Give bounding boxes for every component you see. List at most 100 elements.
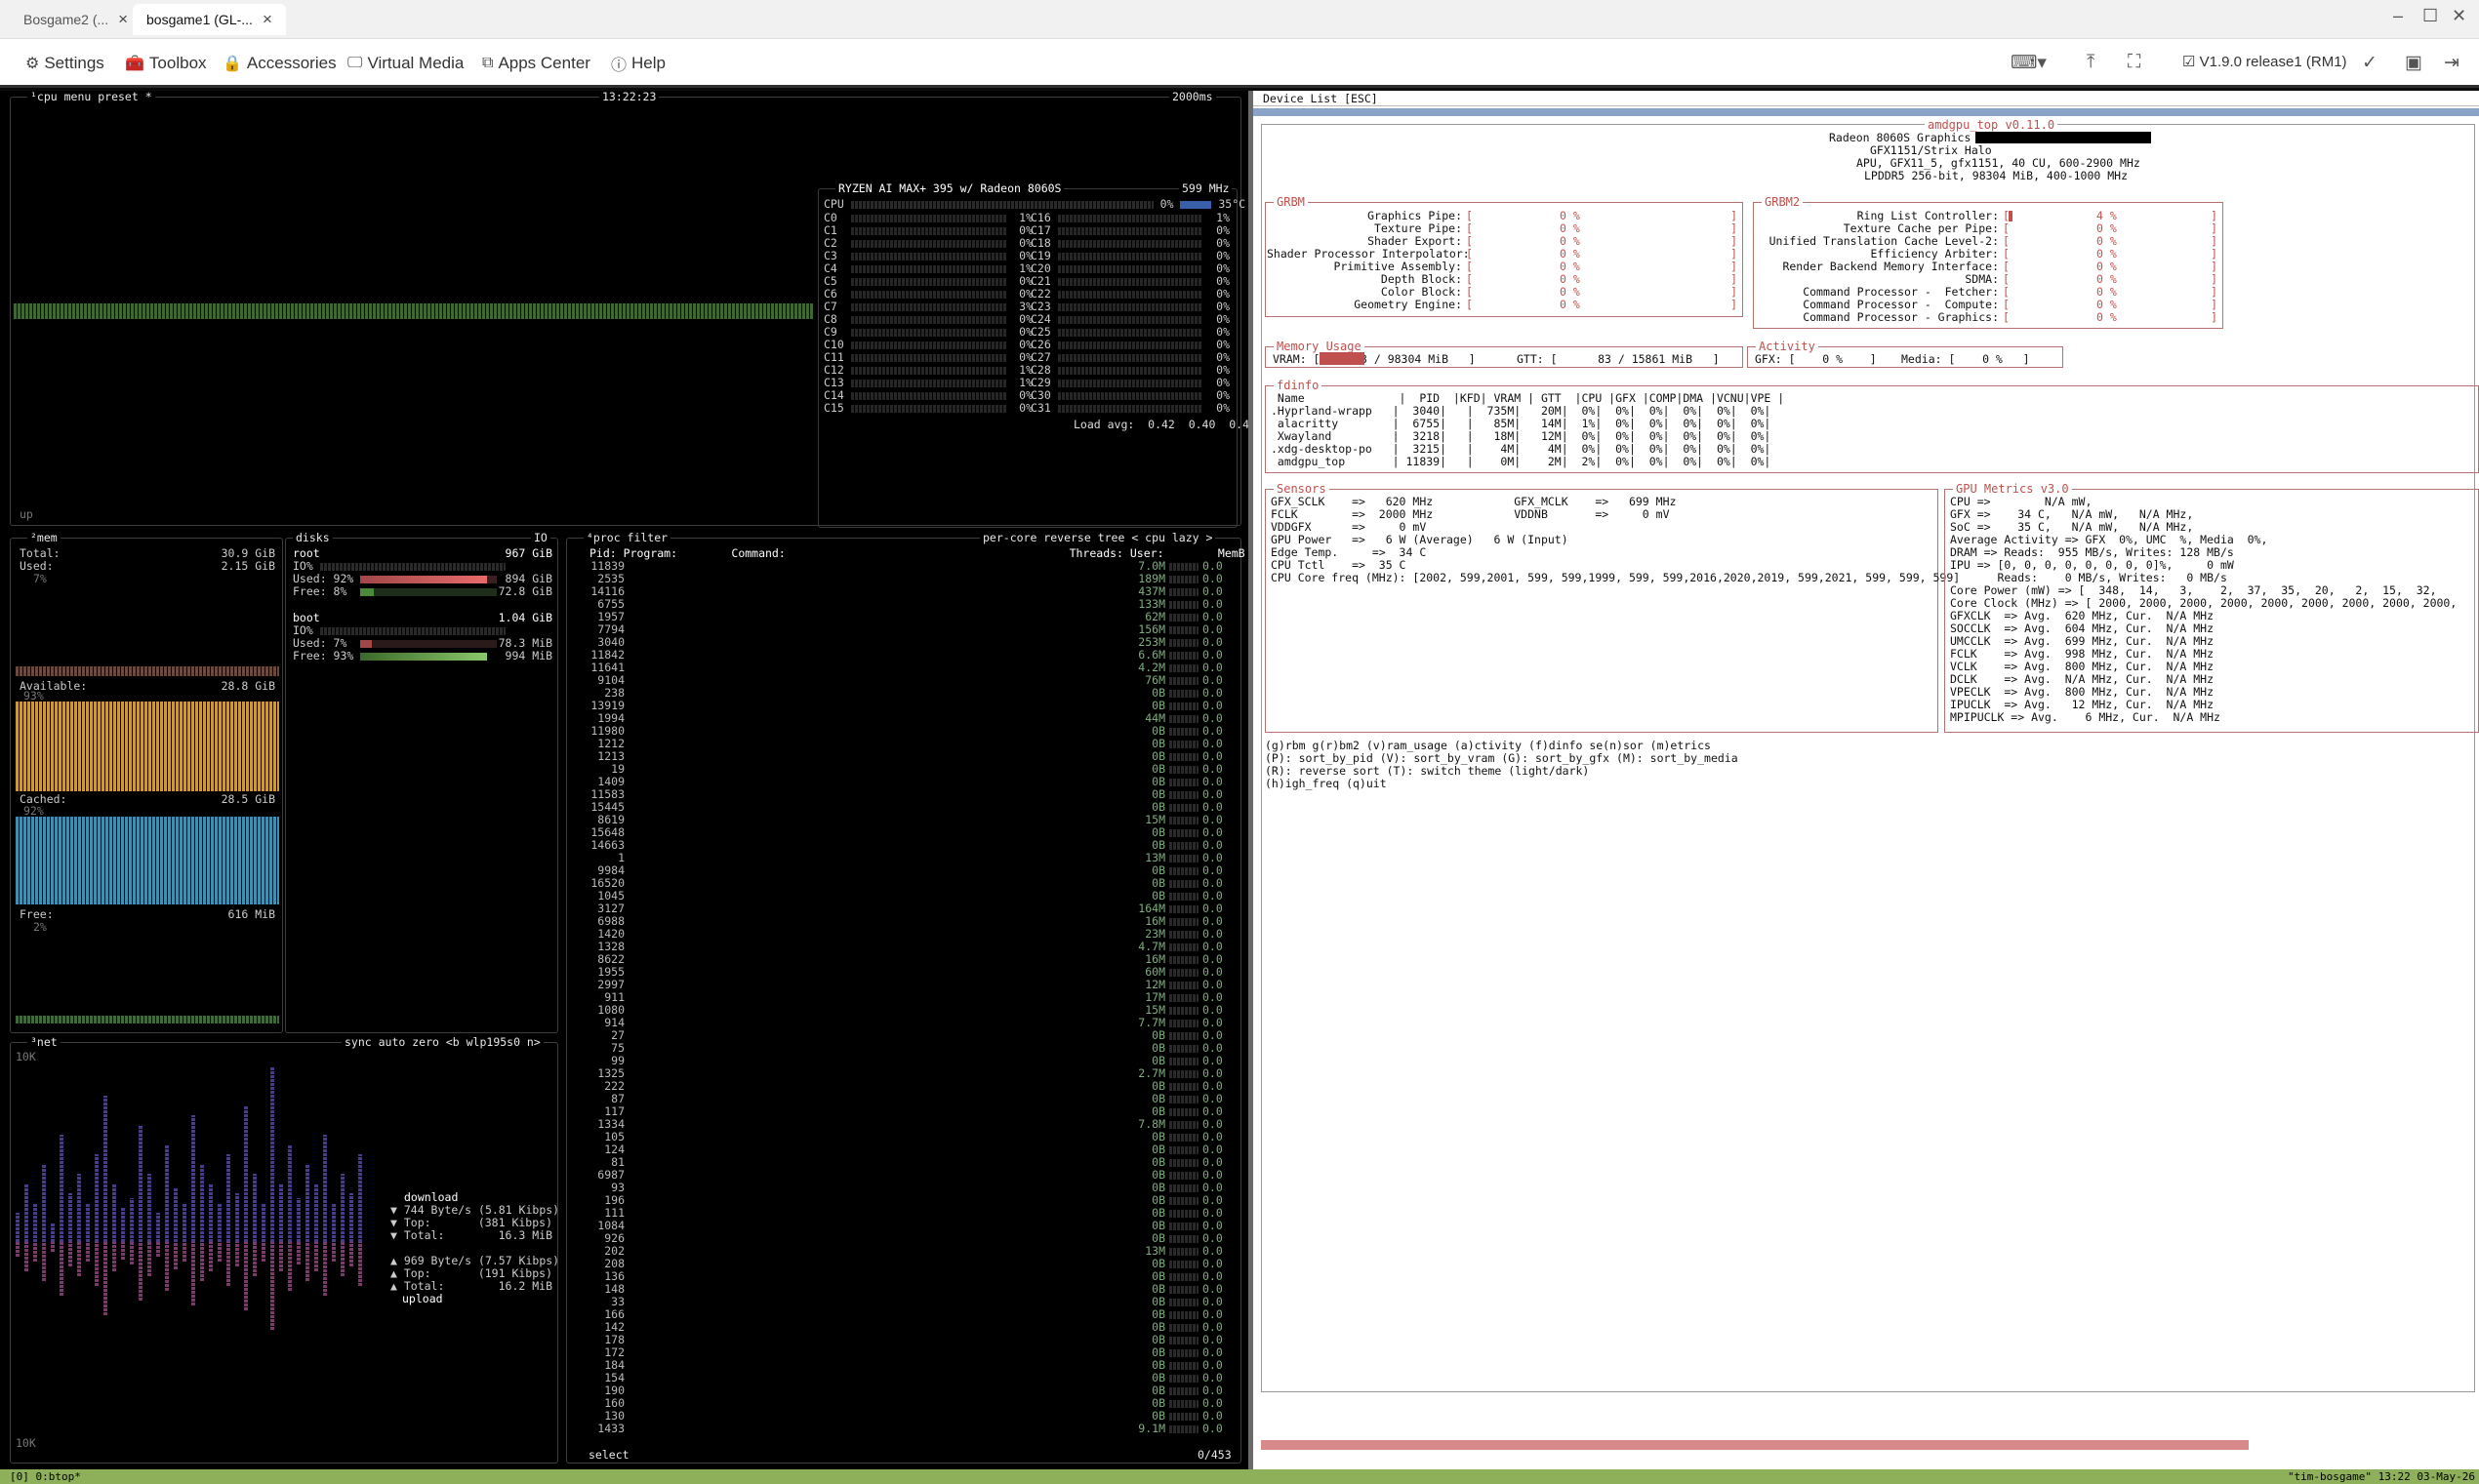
table-row[interactable]: 27 0B 0.0 bbox=[570, 1029, 1240, 1042]
table-row[interactable]: 1213 0B 0.0 bbox=[570, 750, 1240, 763]
table-row[interactable]: 1084 0B 0.0 bbox=[570, 1220, 1240, 1232]
table-row[interactable]: 93 0B 0.0 bbox=[570, 1182, 1240, 1194]
table-row[interactable]: 15648 0B 0.0 bbox=[570, 826, 1240, 839]
table-row[interactable]: 190 0B 0.0 bbox=[570, 1384, 1240, 1397]
media-activity: Media: [ 0 % ] bbox=[1901, 352, 2030, 366]
table-row[interactable]: 11641 4.2M 0.0 bbox=[570, 662, 1240, 674]
uptime-label: up bbox=[20, 507, 33, 521]
table-row[interactable]: 208 0B 0.0 bbox=[570, 1258, 1240, 1270]
proc-select[interactable]: select bbox=[586, 1449, 632, 1462]
table-row[interactable]: 148 0B 0.0 bbox=[570, 1283, 1240, 1296]
table-row[interactable]: 13919 0B 0.0 bbox=[570, 700, 1240, 712]
tmux-window[interactable]: [0] 0:btop* bbox=[10, 1469, 81, 1484]
cpu-model: RYZEN AI MAX+ 395 w/ Radeon 8060S bbox=[835, 182, 1065, 195]
menu-help[interactable]: ⓘ Help bbox=[611, 51, 666, 76]
window-icon[interactable]: ▣ bbox=[2405, 52, 2422, 74]
table-row[interactable]: 911 17M 0.0 bbox=[570, 991, 1240, 1004]
table-row[interactable]: 172 0B 0.0 bbox=[570, 1346, 1240, 1359]
proc-panel-title[interactable]: ⁴proc filter bbox=[584, 532, 671, 544]
table-row[interactable]: 81 0B 0.0 bbox=[570, 1156, 1240, 1169]
table-row[interactable]: 9104 76M 0.0 bbox=[570, 674, 1240, 687]
table-row[interactable]: 1212 0B 0.0 bbox=[570, 738, 1240, 750]
table-row[interactable]: 6987 0B 0.0 bbox=[570, 1169, 1240, 1182]
table-row[interactable]: 87 0B 0.0 bbox=[570, 1093, 1240, 1105]
update-interval[interactable]: 2000ms bbox=[1169, 91, 1216, 103]
table-row[interactable]: 124 0B 0.0 bbox=[570, 1143, 1240, 1156]
table-row[interactable]: 136 0B 0.0 bbox=[570, 1270, 1240, 1283]
close-icon[interactable]: × bbox=[118, 10, 128, 29]
table-row[interactable]: 3127 164M 0.0 bbox=[570, 902, 1240, 915]
table-row[interactable]: 1955 60M 0.0 bbox=[570, 966, 1240, 979]
table-row[interactable]: 75 0B 0.0 bbox=[570, 1042, 1240, 1055]
fullscreen-icon[interactable]: ⛶ bbox=[2128, 52, 2140, 73]
table-row[interactable]: 1409 0B 0.0 bbox=[570, 776, 1240, 788]
table-row[interactable]: 105 0B 0.0 bbox=[570, 1131, 1240, 1143]
table-row[interactable]: 166 0B 0.0 bbox=[570, 1308, 1240, 1321]
net-graph-bar bbox=[244, 1242, 248, 1310]
table-row[interactable]: 8622 16M 0.0 bbox=[570, 953, 1240, 966]
proc-options[interactable]: per-core reverse tree < cpu lazy > bbox=[980, 532, 1216, 544]
table-row[interactable]: 1328 4.7M 0.0 bbox=[570, 941, 1240, 953]
minimize-icon[interactable]: – bbox=[2393, 6, 2403, 26]
table-row[interactable]: 1325 2.7M 0.0 bbox=[570, 1067, 1240, 1080]
table-row[interactable]: 222 0B 0.0 bbox=[570, 1080, 1240, 1093]
table-row[interactable]: 2997 12M 0.0 bbox=[570, 979, 1240, 991]
btop-terminal[interactable]: ¹cpu menu preset * 13:22:23 2000ms up RY… bbox=[0, 91, 1292, 1469]
table-row[interactable]: 11583 0B 0.0 bbox=[570, 788, 1240, 801]
disks-io-toggle[interactable]: IO bbox=[531, 532, 550, 544]
keyboard-icon[interactable]: ⌨▾ bbox=[2011, 52, 2047, 74]
amdgpu-top-terminal[interactable]: Device List [ESC] amdgpu_top v0.11.0 Rad… bbox=[1248, 91, 2479, 1469]
mem-panel-title[interactable]: ²mem bbox=[27, 532, 61, 544]
dl-total: ▼ Total: 16.3 MiB bbox=[390, 1228, 552, 1242]
table-row[interactable]: 6755 133M 0.0 bbox=[570, 598, 1240, 611]
table-row[interactable]: 926 0B 0.0 bbox=[570, 1232, 1240, 1245]
net-graph-bar bbox=[121, 1208, 125, 1242]
table-row[interactable]: 6988 16M 0.0 bbox=[570, 915, 1240, 928]
close-icon[interactable]: × bbox=[263, 10, 272, 29]
menu-settings[interactable]: ⚙ Settings bbox=[25, 51, 104, 76]
table-row[interactable]: 238 0B 0.0 bbox=[570, 687, 1240, 700]
maximize-icon[interactable]: ☐ bbox=[2422, 6, 2438, 26]
menu-toolbox[interactable]: 🧰 Toolbox bbox=[125, 51, 207, 76]
table-row[interactable]: 178 0B 0.0 bbox=[570, 1334, 1240, 1346]
menu-virtual-media[interactable]: 🖵 Virtual Media bbox=[347, 51, 464, 76]
upload-icon[interactable]: ⤒ bbox=[2087, 52, 2094, 73]
table-row[interactable]: 160 0B 0.0 bbox=[570, 1397, 1240, 1410]
tab-bosgame1[interactable]: bosgame1 (GL-... × bbox=[133, 4, 286, 35]
shield-check-icon[interactable]: ✓ bbox=[2362, 52, 2377, 74]
menu-accessories[interactable]: 🔒 Accessories bbox=[223, 51, 337, 76]
table-row[interactable]: 1 13M 0.0 bbox=[570, 852, 1240, 864]
table-row[interactable]: 202 13M 0.0 bbox=[570, 1245, 1240, 1258]
table-row[interactable]: 14663 0B 0.0 bbox=[570, 839, 1240, 852]
table-row[interactable]: 19 0B 0.0 bbox=[570, 763, 1240, 776]
close-window-icon[interactable]: ✕ bbox=[2452, 6, 2466, 26]
table-row[interactable]: 16520 0B 0.0 bbox=[570, 877, 1240, 890]
table-row[interactable]: 184 0B 0.0 bbox=[570, 1359, 1240, 1372]
table-row[interactable]: 1433 9.1M 0.0 bbox=[570, 1423, 1240, 1435]
net-panel-title[interactable]: ³net bbox=[27, 1036, 61, 1049]
proc-list[interactable]: 11839 7.0M 0.0 2535 189M 0.0 14116 437M 0.0 6755 1… bbox=[570, 560, 1240, 1435]
grbm-fill bbox=[2009, 211, 2012, 221]
cpu-panel-title[interactable]: ¹cpu menu preset * bbox=[27, 91, 155, 103]
table-row[interactable]: 1334 7.8M 0.0 bbox=[570, 1118, 1240, 1131]
table-row[interactable]: 15445 0B 0.0 bbox=[570, 801, 1240, 814]
table-row[interactable]: 111 0B 0.0 bbox=[570, 1207, 1240, 1220]
table-row[interactable]: 9984 0B 0.0 bbox=[570, 864, 1240, 877]
menu-apps-center[interactable]: ⧉ Apps Center bbox=[482, 51, 590, 76]
table-row[interactable]: 914 7.7M 0.0 bbox=[570, 1017, 1240, 1029]
table-row[interactable]: 196 0B 0.0 bbox=[570, 1194, 1240, 1207]
table-row[interactable]: 11980 0B 0.0 bbox=[570, 725, 1240, 738]
table-row[interactable]: 154 0B 0.0 bbox=[570, 1372, 1240, 1384]
table-row[interactable]: 1994 44M 0.0 bbox=[570, 712, 1240, 725]
device-list-button[interactable]: Device List [ESC] bbox=[1263, 93, 1378, 105]
tab-bosgame2[interactable]: Bosgame2 (... × bbox=[10, 4, 142, 35]
scroll-indicator[interactable] bbox=[1261, 1440, 2249, 1450]
table-row[interactable]: 33 0B 0.0 bbox=[570, 1296, 1240, 1308]
proc-cpu-bar bbox=[1169, 1235, 1199, 1243]
core-pct: 0% bbox=[1019, 401, 1033, 415]
logout-icon[interactable]: ⇥ bbox=[2444, 52, 2459, 74]
table-row[interactable]: 8619 15M 0.0 bbox=[570, 814, 1240, 826]
table-row[interactable]: 142 0B 0.0 bbox=[570, 1321, 1240, 1334]
net-options[interactable]: sync auto zero <b wlp195s0 n> bbox=[342, 1036, 544, 1049]
net-graph-bar bbox=[24, 1242, 28, 1271]
